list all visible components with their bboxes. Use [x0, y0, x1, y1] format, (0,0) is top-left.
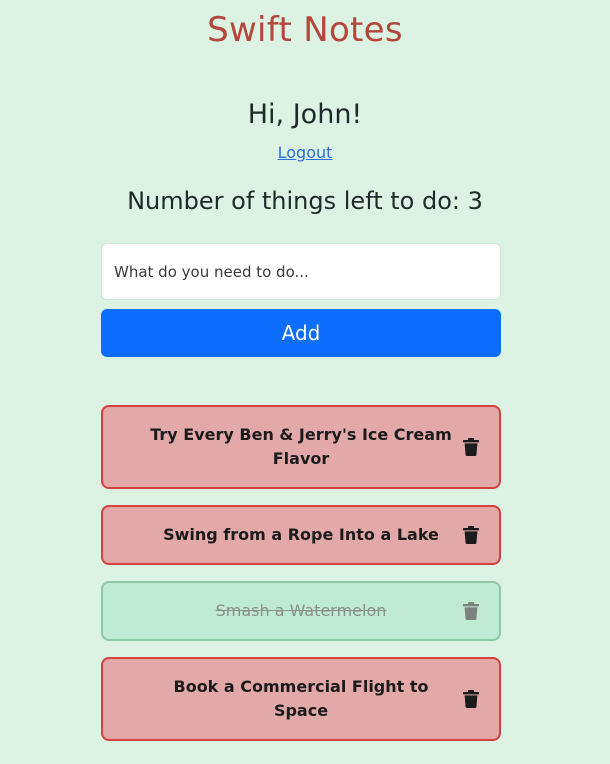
todo-text: Smash a Watermelon	[215, 601, 387, 620]
todo-item-completed[interactable]: Smash a Watermelon	[101, 581, 501, 641]
todo-text: Try Every Ben & Jerry's Ice Cream Flavor	[150, 425, 452, 468]
todo-text: Swing from a Rope Into a Lake	[163, 525, 439, 544]
todo-text: Book a Commercial Flight to Space	[173, 677, 429, 720]
logout-link[interactable]: Logout	[278, 143, 333, 162]
todo-item[interactable]: Try Every Ben & Jerry's Ice Cream Flavor	[101, 405, 501, 489]
new-todo-input[interactable]	[101, 243, 501, 300]
trash-icon[interactable]	[463, 690, 479, 708]
todo-item[interactable]: Book a Commercial Flight to Space	[101, 657, 501, 741]
logout-container: Logout	[0, 143, 610, 162]
app-title: Swift Notes	[207, 10, 403, 50]
greeting-text: Hi, John!	[247, 99, 363, 130]
add-button[interactable]: Add	[101, 309, 501, 357]
app-root: Swift Notes Hi, John! Logout Number of t…	[0, 0, 610, 764]
trash-icon[interactable]	[463, 602, 479, 620]
todo-item[interactable]: Swing from a Rope Into a Lake	[101, 505, 501, 565]
trash-icon[interactable]	[463, 438, 479, 456]
trash-icon[interactable]	[463, 526, 479, 544]
remaining-count: Number of things left to do: 3	[127, 187, 483, 215]
